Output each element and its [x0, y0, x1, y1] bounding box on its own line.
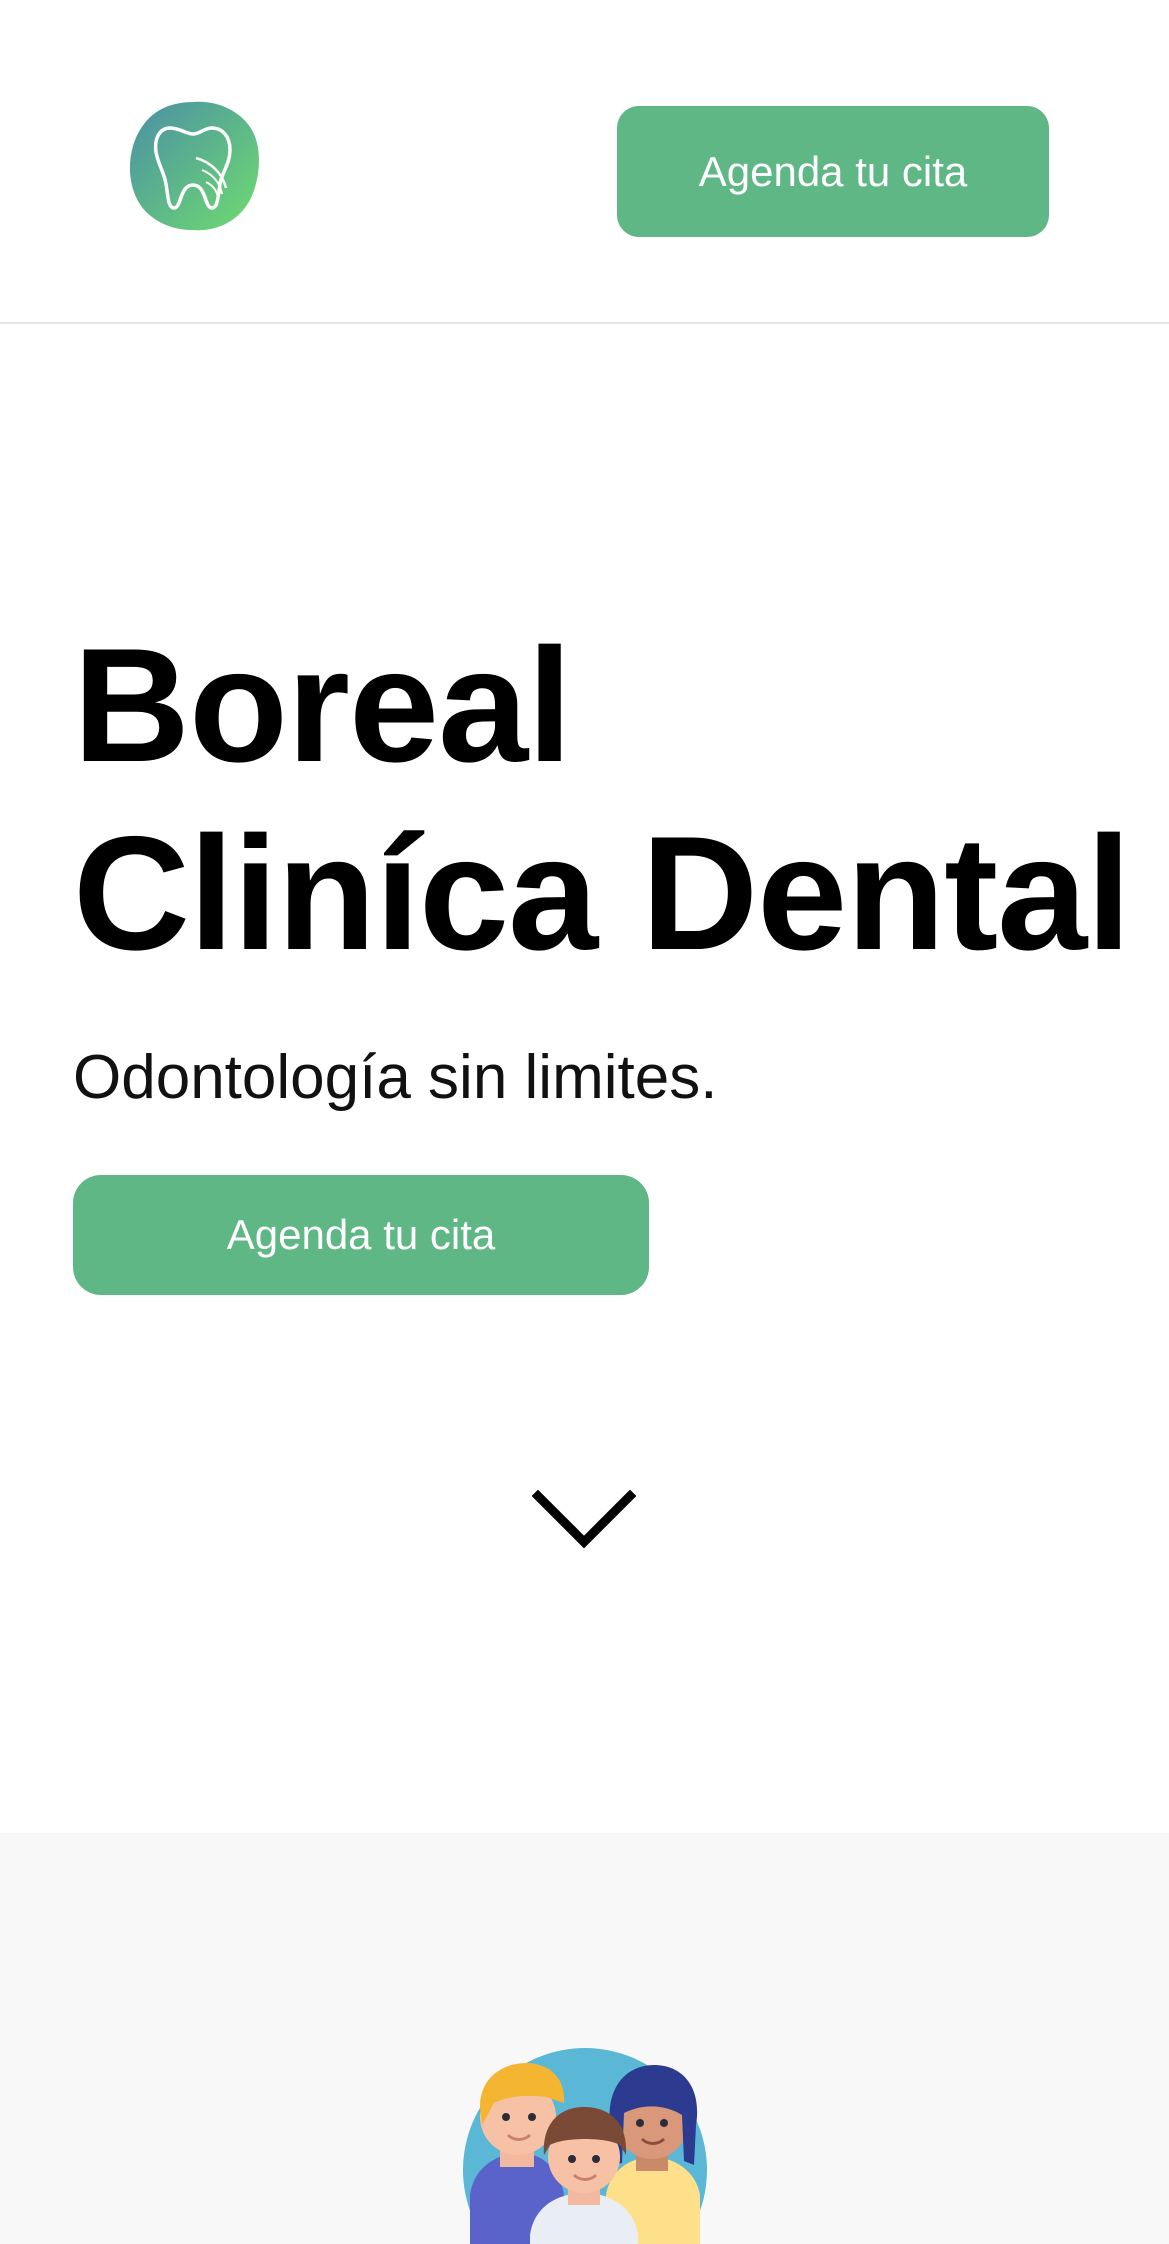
hero-subtitle: Odontología sin limites. — [73, 1043, 718, 1112]
title-line-2: Cliníca Dental — [73, 803, 1131, 984]
tooth-logo-icon[interactable] — [126, 98, 262, 234]
title-line-1: Boreal — [73, 615, 572, 796]
book-appointment-button[interactable]: Agenda tu cita — [617, 106, 1049, 237]
hero-book-appointment-button[interactable]: Agenda tu cita — [73, 1175, 649, 1295]
page-title: Boreal Cliníca Dental — [73, 612, 1163, 988]
site-header: Agenda tu cita — [0, 0, 1169, 324]
team-people-icon — [460, 2045, 710, 2244]
chevron-down-icon[interactable] — [531, 1489, 637, 1554]
